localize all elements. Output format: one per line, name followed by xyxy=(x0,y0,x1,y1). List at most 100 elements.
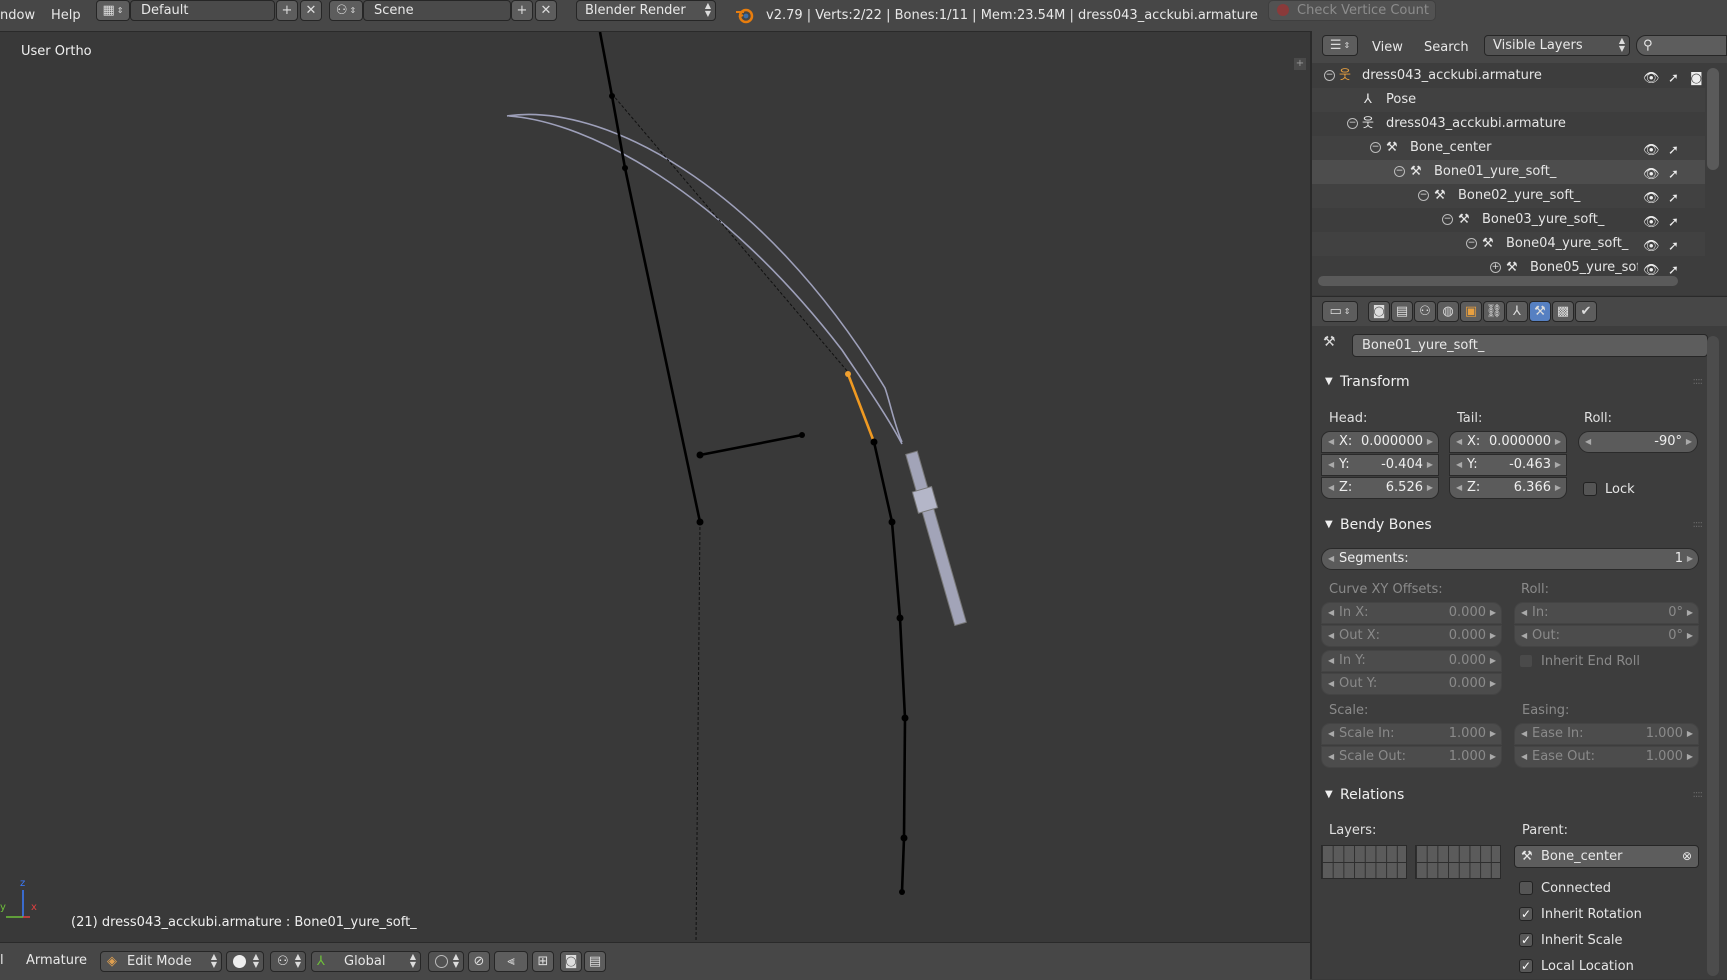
outliner-horizontal-scrollbar[interactable] xyxy=(1318,276,1678,286)
panel-grip-icon[interactable]: :::: xyxy=(1693,512,1704,538)
ease-in-field[interactable]: ◀ Ease In: 1.000 ▶ xyxy=(1514,723,1699,745)
snap-element-icon[interactable]: ⫷ xyxy=(494,951,528,972)
outliner-row[interactable]: − ⚒ Bone04_yure_soft_ 👁 ➚ xyxy=(1312,232,1705,256)
decrement-arrow-icon[interactable]: ◀ xyxy=(1521,724,1527,744)
panel-grip-icon[interactable]: :::: xyxy=(1693,369,1704,395)
render-camera-icon[interactable]: ◙ xyxy=(560,951,582,972)
collapse-icon[interactable]: − xyxy=(1442,214,1453,225)
properties-vertical-scrollbar[interactable] xyxy=(1707,336,1719,976)
screen-layout-field[interactable]: Default xyxy=(130,0,275,21)
increment-arrow-icon[interactable]: ▶ xyxy=(1687,747,1693,767)
snap-toggle-icon[interactable]: ⊘ xyxy=(468,951,490,972)
increment-arrow-icon[interactable]: ▶ xyxy=(1687,603,1693,623)
tab-constraints-icon[interactable]: ⛓ xyxy=(1483,301,1505,322)
increment-arrow-icon[interactable]: ▶ xyxy=(1427,478,1433,498)
increment-arrow-icon[interactable]: ▶ xyxy=(1687,626,1693,646)
tab-render-icon[interactable]: ◙ xyxy=(1368,301,1390,322)
proportional-edit-select[interactable]: ▲ ▼ xyxy=(428,951,464,972)
tab-armature-data-icon[interactable]: ⅄ xyxy=(1506,301,1528,322)
decrement-arrow-icon[interactable]: ◀ xyxy=(1328,455,1334,475)
in-y-field[interactable]: ◀ In Y: 0.000 ▶ xyxy=(1321,650,1502,672)
decrement-arrow-icon[interactable]: ◀ xyxy=(1328,603,1334,623)
menu-window[interactable]: ndow xyxy=(0,8,35,23)
decrement-arrow-icon[interactable]: ◀ xyxy=(1328,432,1334,452)
increment-arrow-icon[interactable]: ▶ xyxy=(1490,674,1496,694)
outliner-row[interactable]: − ⚒ Bone03_yure_soft_ 👁 ➚ xyxy=(1312,208,1705,232)
increment-arrow-icon[interactable]: ▶ xyxy=(1490,626,1496,646)
outliner-row[interactable]: − ⚒ Bone_center 👁 ➚ xyxy=(1312,136,1705,160)
remove-scene-icon[interactable]: ✕ xyxy=(535,0,557,21)
pivot-select[interactable]: ⚇ ▲ ▼ xyxy=(270,951,306,972)
collapse-icon[interactable]: − xyxy=(1418,190,1429,201)
increment-arrow-icon[interactable]: ▶ xyxy=(1427,455,1433,475)
decrement-arrow-icon[interactable]: ◀ xyxy=(1521,626,1527,646)
scene-icon[interactable]: ⚇ ⇕ xyxy=(329,0,363,21)
collapse-icon[interactable]: − xyxy=(1324,70,1335,81)
menu-left[interactable]: l xyxy=(0,953,4,968)
bendy-bones-panel-header[interactable]: ▼ Bendy Bones :::: xyxy=(1312,512,1712,538)
shading-select[interactable]: ▲ ▼ xyxy=(226,951,264,972)
in-x-field[interactable]: ◀ In X: 0.000 ▶ xyxy=(1321,602,1502,624)
inherit-scale-checkbox[interactable]: ✓ xyxy=(1519,933,1533,947)
roll-out-field[interactable]: ◀ Out: 0° ▶ xyxy=(1514,625,1699,647)
editor-type-icon[interactable]: ☰ ⇕ xyxy=(1322,35,1358,56)
tab-scene-icon[interactable]: ⚇ xyxy=(1414,301,1436,322)
decrement-arrow-icon[interactable]: ◀ xyxy=(1328,747,1334,767)
relations-panel-header[interactable]: ▼ Relations :::: xyxy=(1312,782,1712,808)
transform-panel-header[interactable]: ▼ Transform :::: xyxy=(1312,369,1712,395)
increment-arrow-icon[interactable]: ▶ xyxy=(1490,603,1496,623)
decrement-arrow-icon[interactable]: ◀ xyxy=(1328,651,1334,671)
menu-help[interactable]: Help xyxy=(51,8,81,23)
head-y-field[interactable]: ◀ Y: -0.404 ▶ xyxy=(1321,454,1439,476)
collapse-icon[interactable]: − xyxy=(1347,118,1358,129)
display-mode-select[interactable]: Visible Layers ▲ ▼ xyxy=(1484,35,1630,56)
head-z-field[interactable]: ◀ Z: 6.526 ▶ xyxy=(1321,477,1439,499)
increment-arrow-icon[interactable]: ▶ xyxy=(1555,432,1561,452)
decrement-arrow-icon[interactable]: ◀ xyxy=(1456,455,1462,475)
decrement-arrow-icon[interactable]: ◀ xyxy=(1328,549,1334,569)
bone-layers-grid-right[interactable] xyxy=(1415,845,1501,879)
bone-layers-grid-left[interactable] xyxy=(1321,845,1407,879)
outliner-row[interactable]: − 웃 dress043_acckubi.armature xyxy=(1312,112,1705,136)
add-scene-icon[interactable]: + xyxy=(511,0,533,21)
outliner-search-menu[interactable]: Search xyxy=(1424,40,1469,55)
outliner-row[interactable]: − ⚒ Bone01_yure_soft_ 👁 ➚ xyxy=(1312,160,1705,184)
snap-target-icon[interactable]: ⊞ xyxy=(532,951,554,972)
decrement-arrow-icon[interactable]: ◀ xyxy=(1585,432,1591,452)
menu-armature[interactable]: Armature xyxy=(26,953,87,968)
lock-checkbox[interactable] xyxy=(1583,482,1597,496)
increment-arrow-icon[interactable]: ▶ xyxy=(1490,724,1496,744)
mode-select[interactable]: ◈ Edit Mode ▲ ▼ xyxy=(100,951,222,972)
roll-in-field[interactable]: ◀ In: 0° ▶ xyxy=(1514,602,1699,624)
increment-arrow-icon[interactable]: ▶ xyxy=(1686,432,1692,452)
increment-arrow-icon[interactable]: ▶ xyxy=(1687,724,1693,744)
tab-world-icon[interactable]: ◍ xyxy=(1437,301,1459,322)
tab-object-icon[interactable]: ▣ xyxy=(1460,301,1482,322)
decrement-arrow-icon[interactable]: ◀ xyxy=(1456,478,1462,498)
decrement-arrow-icon[interactable]: ◀ xyxy=(1328,724,1334,744)
decrement-arrow-icon[interactable]: ◀ xyxy=(1521,747,1527,767)
bone-name-field[interactable]: Bone01_yure_soft_ xyxy=(1352,334,1708,357)
outliner-row[interactable]: − 웃 dress043_acckubi.armature 👁 ➚ ◙ xyxy=(1312,64,1705,88)
roll-field[interactable]: ◀ -90° ▶ xyxy=(1578,431,1698,453)
3d-viewport[interactable]: User Ortho z y x (21) dress043_acckubi.a… xyxy=(0,32,1310,942)
add-layout-icon[interactable]: + xyxy=(276,0,298,21)
increment-arrow-icon[interactable]: ▶ xyxy=(1555,478,1561,498)
decrement-arrow-icon[interactable]: ◀ xyxy=(1521,603,1527,623)
segments-field[interactable]: ◀ Segments: 1 ▶ xyxy=(1321,548,1699,570)
parent-field[interactable]: ⚒ Bone_center ⊗ xyxy=(1514,845,1699,868)
connected-checkbox[interactable] xyxy=(1519,881,1533,895)
tab-bone-icon[interactable]: ⚒ xyxy=(1529,301,1551,322)
decrement-arrow-icon[interactable]: ◀ xyxy=(1328,674,1334,694)
outliner-row[interactable]: ⅄ Pose xyxy=(1312,88,1705,112)
inherit-rotation-checkbox[interactable]: ✓ xyxy=(1519,907,1533,921)
tail-x-field[interactable]: ◀ X: 0.000000 ▶ xyxy=(1449,431,1567,453)
increment-arrow-icon[interactable]: ▶ xyxy=(1490,651,1496,671)
ease-out-field[interactable]: ◀ Ease Out: 1.000 ▶ xyxy=(1514,746,1699,768)
remove-layout-icon[interactable]: ✕ xyxy=(300,0,322,21)
increment-arrow-icon[interactable]: ▶ xyxy=(1427,432,1433,452)
tab-texture-icon[interactable]: ▩ xyxy=(1552,301,1574,322)
scale-out-field[interactable]: ◀ Scale Out: 1.000 ▶ xyxy=(1321,746,1502,768)
decrement-arrow-icon[interactable]: ◀ xyxy=(1328,626,1334,646)
collapse-icon[interactable]: − xyxy=(1466,238,1477,249)
